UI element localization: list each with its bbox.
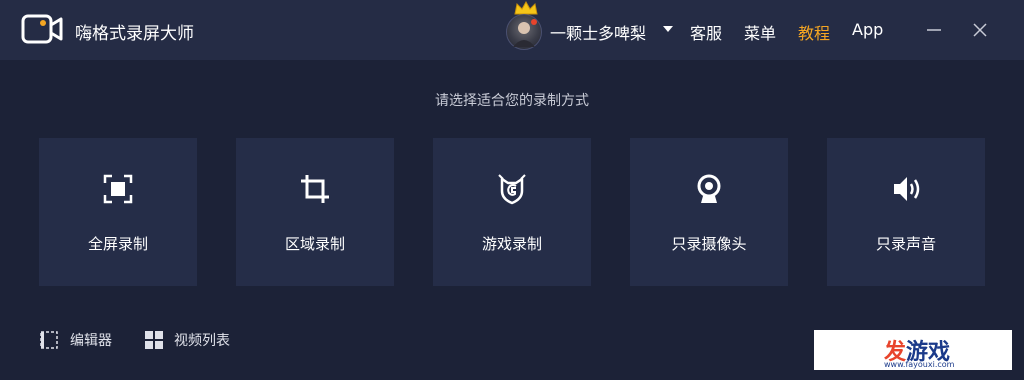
speaker-icon: [894, 177, 920, 201]
app-logo-icon: [21, 14, 63, 44]
mode-label: 只录声音: [875, 235, 936, 253]
mode-label: 全屏录制: [87, 235, 148, 253]
mode-card-webcam[interactable]: 只录摄像头: [630, 138, 788, 286]
watermark: 发游戏 www.fayouxi.com: [814, 330, 1012, 370]
chevron-down-icon[interactable]: [663, 26, 673, 32]
user-avatar[interactable]: [506, 14, 542, 50]
username[interactable]: 一颗士多啤梨: [550, 20, 646, 44]
nav-customer-service[interactable]: 客服: [690, 20, 722, 44]
mode-label: 区域录制: [284, 235, 345, 253]
app-title: 嗨格式录屏大师: [75, 24, 194, 44]
editor-icon[interactable]: [39, 330, 59, 350]
mode-prompt: 请选择适合您的录制方式: [435, 93, 589, 109]
mode-card-region[interactable]: 区域录制: [236, 138, 394, 286]
fullscreen-icon: [103, 174, 133, 204]
avatar-image-icon: [513, 19, 537, 47]
mode-card-audio[interactable]: 只录声音: [827, 138, 985, 286]
close-button[interactable]: [968, 18, 992, 42]
nav-tutorial[interactable]: 教程: [798, 20, 830, 44]
video-list-button[interactable]: 视频列表: [174, 330, 230, 350]
watermark-url: www.fayouxi.com: [884, 360, 955, 369]
title-bar: 嗨格式录屏大师 一颗士多啤梨 客服 菜单 教程 App: [0, 0, 1024, 60]
game-icon: [498, 174, 526, 205]
mode-card-fullscreen[interactable]: 全屏录制: [39, 138, 197, 286]
webcam-icon: [697, 174, 721, 203]
minimize-button[interactable]: [922, 18, 946, 42]
mode-label: 只录摄像头: [671, 235, 747, 253]
mode-label: 游戏录制: [481, 235, 542, 253]
mode-card-game[interactable]: 游戏录制: [433, 138, 591, 286]
grid-icon[interactable]: [144, 330, 164, 350]
nav-menu[interactable]: 菜单: [744, 20, 776, 44]
nav-app[interactable]: App: [852, 20, 883, 39]
crop-icon: [301, 175, 329, 203]
editor-button[interactable]: 编辑器: [70, 330, 112, 350]
